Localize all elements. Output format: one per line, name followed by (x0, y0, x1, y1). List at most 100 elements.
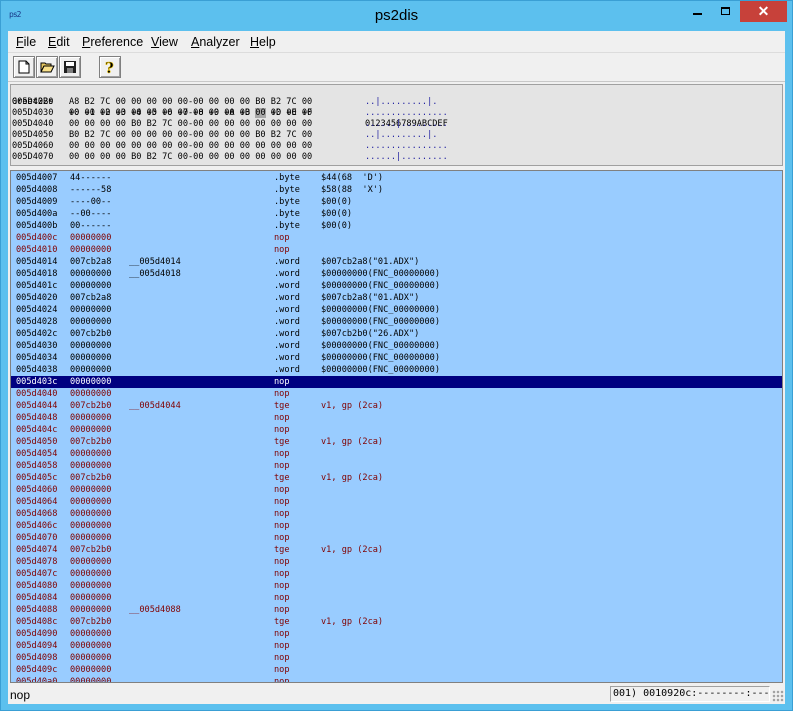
row-opcode: nop (274, 461, 290, 471)
row-address: 005d4084 (16, 593, 58, 603)
row-address: 005d403c (16, 377, 58, 387)
disassembly-list[interactable]: 005d4007 44------ .byte $44(68 'D') 005d4008… (10, 170, 783, 683)
list-row[interactable]: 005d4060 00000000 nop (11, 484, 782, 496)
row-opcode: .word (274, 317, 300, 327)
open-file-button[interactable] (36, 56, 58, 78)
row-opcode: .word (274, 329, 300, 339)
list-row[interactable]: 005d404c 00000000 nop (11, 424, 782, 436)
menu-file[interactable]: File (16, 34, 36, 50)
list-row[interactable]: 005d4050 007cb2b0 tge v1, gp (2ca) (11, 436, 782, 448)
maximize-button[interactable] (712, 1, 739, 22)
row-hex: 00000000 (70, 305, 112, 315)
list-row[interactable]: 005d408c 007cb2b0 tge v1, gp (2ca) (11, 616, 782, 628)
minimize-button[interactable] (684, 1, 711, 22)
row-hex: 00000000 (70, 389, 112, 399)
list-row[interactable]: 005d4064 00000000 nop (11, 496, 782, 508)
list-row[interactable]: 005d406c 00000000 nop (11, 520, 782, 532)
menu-analyzer[interactable]: Analyzer (191, 34, 240, 50)
list-row[interactable]: 005d4007 44------ .byte $44(68 'D') (11, 172, 782, 184)
row-opcode: .byte (274, 197, 300, 207)
resize-grip-icon[interactable] (772, 690, 784, 702)
list-row[interactable]: 005d401c 00000000 .word $00000000(FNC_00000… (11, 280, 782, 292)
toolbar: ? (8, 52, 785, 82)
list-row[interactable]: 005d4034 00000000 .word $00000000(FNC_00000… (11, 352, 782, 364)
list-row[interactable]: 005d4008 ------58 .byte $58(88 'X') (11, 184, 782, 196)
hex-row-bytes[interactable]: 00 00 00 00 00 00 00 00-00 00 00 00 00 0… (69, 108, 369, 119)
row-hex: 00000000 (70, 677, 112, 683)
row-operand: v1, gp (2ca) (321, 473, 384, 483)
new-file-button[interactable] (13, 56, 35, 78)
row-operand: $44(68 'D') (321, 173, 384, 183)
list-row[interactable]: 005d4009 ----00-- .byte $00(0) (11, 196, 782, 208)
list-row[interactable]: 005d4084 00000000 nop (11, 592, 782, 604)
title-bar[interactable]: ps2 ps2dis ✕ (1, 1, 792, 31)
list-row[interactable]: 005d4074 007cb2b0 tge v1, gp (2ca) (11, 544, 782, 556)
list-row[interactable]: 005d4068 00000000 nop (11, 508, 782, 520)
row-hex: 00000000 (70, 365, 112, 375)
menu-preference[interactable]: Preference (82, 34, 143, 50)
row-address: 005d4068 (16, 509, 58, 519)
list-row[interactable]: 005d4094 00000000 nop (11, 640, 782, 652)
row-operand: $007cb2b0("26.ADX") (321, 329, 420, 339)
list-row[interactable]: 005d4088 00000000 __005d4088 nop (11, 604, 782, 616)
list-row[interactable]: 005d4080 00000000 nop (11, 580, 782, 592)
row-address: 005d4094 (16, 641, 58, 651)
hex-row-bytes[interactable]: B0 B2 7C 00 00 00 00 00-00 00 00 00 B0 B… (69, 130, 369, 141)
list-row[interactable]: 005d4054 00000000 nop (11, 448, 782, 460)
list-row[interactable]: 005d4078 00000000 nop (11, 556, 782, 568)
list-row[interactable]: 005d4010 00000000 nop (11, 244, 782, 256)
list-row[interactable]: 005d4028 00000000 .word $00000000(FNC_00000… (11, 316, 782, 328)
list-row[interactable]: 005d4090 00000000 nop (11, 628, 782, 640)
list-row[interactable]: 005d409c 00000000 nop (11, 664, 782, 676)
hex-row-bytes[interactable]: 00 00 00 00 B0 B2 7C 00-00 00 00 00 00 0… (69, 119, 369, 130)
list-row[interactable]: 005d400b 00------ .byte $00(0) (11, 220, 782, 232)
menu-help[interactable]: Help (250, 34, 276, 50)
list-row[interactable]: 005d4024 00000000 .word $00000000(FNC_00000… (11, 304, 782, 316)
menu-view[interactable]: View (151, 34, 178, 50)
hex-dump-panel[interactable]: Greet2Bs +0 +1 +2 +3 +4 +5 +6 +7 +8 +9 +… (10, 84, 783, 166)
hex-row-bytes[interactable]: 00 00 00 00 B0 B2 7C 00-00 00 00 00 00 0… (69, 152, 369, 163)
list-row[interactable]: 005d40a0 00000000 nop (11, 676, 782, 683)
list-row[interactable]: 005d4044 007cb2b0 __005d4044 tge v1, gp (2ca… (11, 400, 782, 412)
row-opcode: .word (274, 305, 300, 315)
row-address: 005d4038 (16, 365, 58, 375)
row-address: 005d4080 (16, 581, 58, 591)
hex-row-bytes[interactable]: 00 00 00 00 00 00 00 00-00 00 00 00 00 0… (69, 141, 369, 152)
close-button[interactable]: ✕ (740, 1, 787, 22)
list-row[interactable]: 005d4098 00000000 nop (11, 652, 782, 664)
row-opcode: nop (274, 425, 290, 435)
hex-row-bytes[interactable]: A8 B2 7C 00 00 00 00 00-00 00 00 00 B0 B… (69, 97, 369, 108)
list-row[interactable]: 005d4070 00000000 nop (11, 532, 782, 544)
selected-list-row[interactable]: 005d403c 00000000 nop (11, 376, 782, 388)
list-row[interactable]: 005d4030 00000000 .word $00000000(FNC_00000… (11, 340, 782, 352)
row-hex: 00000000 (70, 281, 112, 291)
save-button[interactable] (59, 56, 81, 78)
list-row[interactable]: 005d400c 00000000 nop (11, 232, 782, 244)
row-operand: $00000000(FNC_00000000) (321, 305, 440, 315)
row-address: 005d40a0 (16, 677, 58, 683)
hex-row-ascii: ......|......... (365, 119, 448, 129)
list-row[interactable]: 005d4048 00000000 nop (11, 412, 782, 424)
list-row[interactable]: 005d4018 00000000 __005d4018 .word $00000000… (11, 268, 782, 280)
row-hex: 00000000 (70, 245, 112, 255)
row-hex: 007cb2b0 (70, 329, 112, 339)
row-opcode: .byte (274, 221, 300, 231)
row-opcode: nop (274, 665, 290, 675)
row-hex: 00000000 (70, 629, 112, 639)
list-row[interactable]: 005d4020 007cb2a8 .word $007cb2a8("01.ADX") (11, 292, 782, 304)
app-window: ps2 ps2dis ✕ File Edit Preference View Analy… (0, 0, 793, 711)
list-row[interactable]: 005d4014 007cb2a8 __005d4014 .word $007cb2a8… (11, 256, 782, 268)
list-row[interactable]: 005d402c 007cb2b0 .word $007cb2b0("26.ADX") (11, 328, 782, 340)
list-row[interactable]: 005d407c 00000000 nop (11, 568, 782, 580)
list-row[interactable]: 005d4058 00000000 nop (11, 460, 782, 472)
hex-row-address: 005D4070 (12, 152, 54, 162)
row-operand: v1, gp (2ca) (321, 437, 384, 447)
list-row[interactable]: 005d4040 00000000 nop (11, 388, 782, 400)
help-button[interactable]: ? (99, 56, 121, 78)
menu-edit[interactable]: Edit (48, 34, 70, 50)
list-row[interactable]: 005d405c 007cb2b0 tge v1, gp (2ca) (11, 472, 782, 484)
hex-cursor-byte[interactable]: 00 (255, 108, 266, 118)
row-address: 005d4098 (16, 653, 58, 663)
list-row[interactable]: 005d400a --00---- .byte $00(0) (11, 208, 782, 220)
list-row[interactable]: 005d4038 00000000 .word $00000000(FNC_00000… (11, 364, 782, 376)
